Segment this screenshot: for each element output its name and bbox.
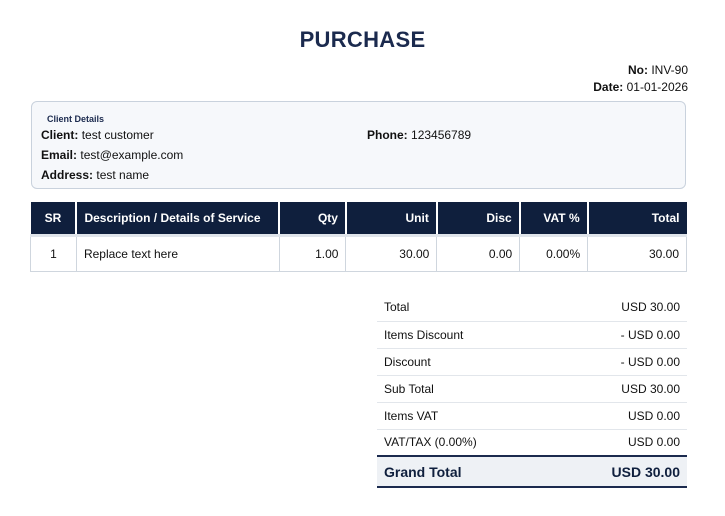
client-email: Email: test@example.com bbox=[41, 148, 183, 162]
document-title: PURCHASE bbox=[299, 27, 426, 52]
totals-row-subtotal: Sub Total USD 30.00 bbox=[377, 375, 687, 403]
invoice-date: Date: 01-01-2026 bbox=[593, 79, 688, 96]
invoice-date-value: 01-01-2026 bbox=[626, 80, 688, 94]
totals-row-discount: Discount - USD 0.00 bbox=[377, 348, 687, 376]
totals-value: USD 0.00 bbox=[551, 429, 687, 457]
client-address: Address: test name bbox=[41, 168, 149, 182]
col-header-description: Description / Details of Service bbox=[76, 202, 281, 235]
totals-label: VAT/TAX (0.00%) bbox=[377, 429, 552, 457]
invoice-number-label: No: bbox=[627, 63, 648, 77]
items-table: SR Description / Details of Service Qty … bbox=[30, 202, 687, 272]
totals-label: Total bbox=[377, 294, 552, 322]
grand-total-label: Grand Total bbox=[377, 455, 552, 488]
totals-table: Total USD 30.00 Items Discount - USD 0.0… bbox=[377, 294, 687, 488]
col-header-disc: Disc bbox=[436, 202, 521, 235]
col-header-vat: VAT % bbox=[519, 202, 589, 235]
totals-label: Discount bbox=[377, 348, 552, 376]
client-email-value: test@example.com bbox=[80, 148, 184, 162]
client-phone: Phone: 123456789 bbox=[367, 128, 471, 142]
totals-label: Sub Total bbox=[377, 375, 552, 403]
totals-value: - USD 0.00 bbox=[551, 348, 687, 376]
cell-qty: 1.00 bbox=[278, 233, 347, 272]
client-name: Client: test customer bbox=[41, 128, 154, 142]
col-header-unit: Unit bbox=[345, 202, 438, 235]
cell-vat: 0.00% bbox=[519, 233, 589, 272]
client-email-label: Email: bbox=[41, 148, 78, 162]
table-row: 1 Replace text here 1.00 30.00 0.00 0.00… bbox=[30, 233, 687, 272]
client-name-label: Client: bbox=[41, 128, 79, 142]
client-phone-label: Phone: bbox=[367, 128, 408, 142]
col-header-qty: Qty bbox=[279, 202, 347, 235]
totals-row-total: Total USD 30.00 bbox=[377, 294, 687, 322]
grand-total-value: USD 30.00 bbox=[551, 455, 687, 488]
client-name-value: test customer bbox=[81, 128, 154, 142]
col-header-sr: SR bbox=[30, 202, 78, 235]
grand-total-row: Grand Total USD 30.00 bbox=[377, 455, 687, 488]
invoice-meta: No: INV-90 Date: 01-01-2026 bbox=[593, 62, 688, 96]
totals-row-items-discount: Items Discount - USD 0.00 bbox=[377, 321, 687, 349]
totals-value: - USD 0.00 bbox=[551, 321, 687, 349]
invoice-number-value: INV-90 bbox=[651, 63, 688, 77]
totals-value: USD 30.00 bbox=[551, 375, 687, 403]
totals-row-vat-tax: VAT/TAX (0.00%) USD 0.00 bbox=[377, 429, 687, 457]
cell-total: 30.00 bbox=[587, 233, 687, 272]
cell-disc: 0.00 bbox=[436, 233, 521, 272]
totals-value: USD 30.00 bbox=[551, 294, 687, 322]
client-address-label: Address: bbox=[41, 168, 94, 182]
col-header-total: Total bbox=[587, 202, 687, 235]
invoice-number: No: INV-90 bbox=[593, 62, 688, 79]
client-phone-value: 123456789 bbox=[411, 128, 472, 142]
cell-unit: 30.00 bbox=[345, 233, 438, 272]
client-details-heading: Client Details bbox=[47, 114, 105, 124]
cell-description: Replace text here bbox=[75, 233, 280, 272]
totals-value: USD 0.00 bbox=[551, 402, 687, 430]
cell-sr: 1 bbox=[30, 233, 77, 272]
invoice-date-label: Date: bbox=[593, 80, 624, 94]
client-address-value: test name bbox=[96, 168, 150, 182]
items-header-row: SR Description / Details of Service Qty … bbox=[30, 202, 687, 235]
totals-label: Items VAT bbox=[377, 402, 552, 430]
totals-row-items-vat: Items VAT USD 0.00 bbox=[377, 402, 687, 430]
totals-label: Items Discount bbox=[377, 321, 552, 349]
client-details-box: Client Details Client: test customer Pho… bbox=[31, 101, 686, 189]
